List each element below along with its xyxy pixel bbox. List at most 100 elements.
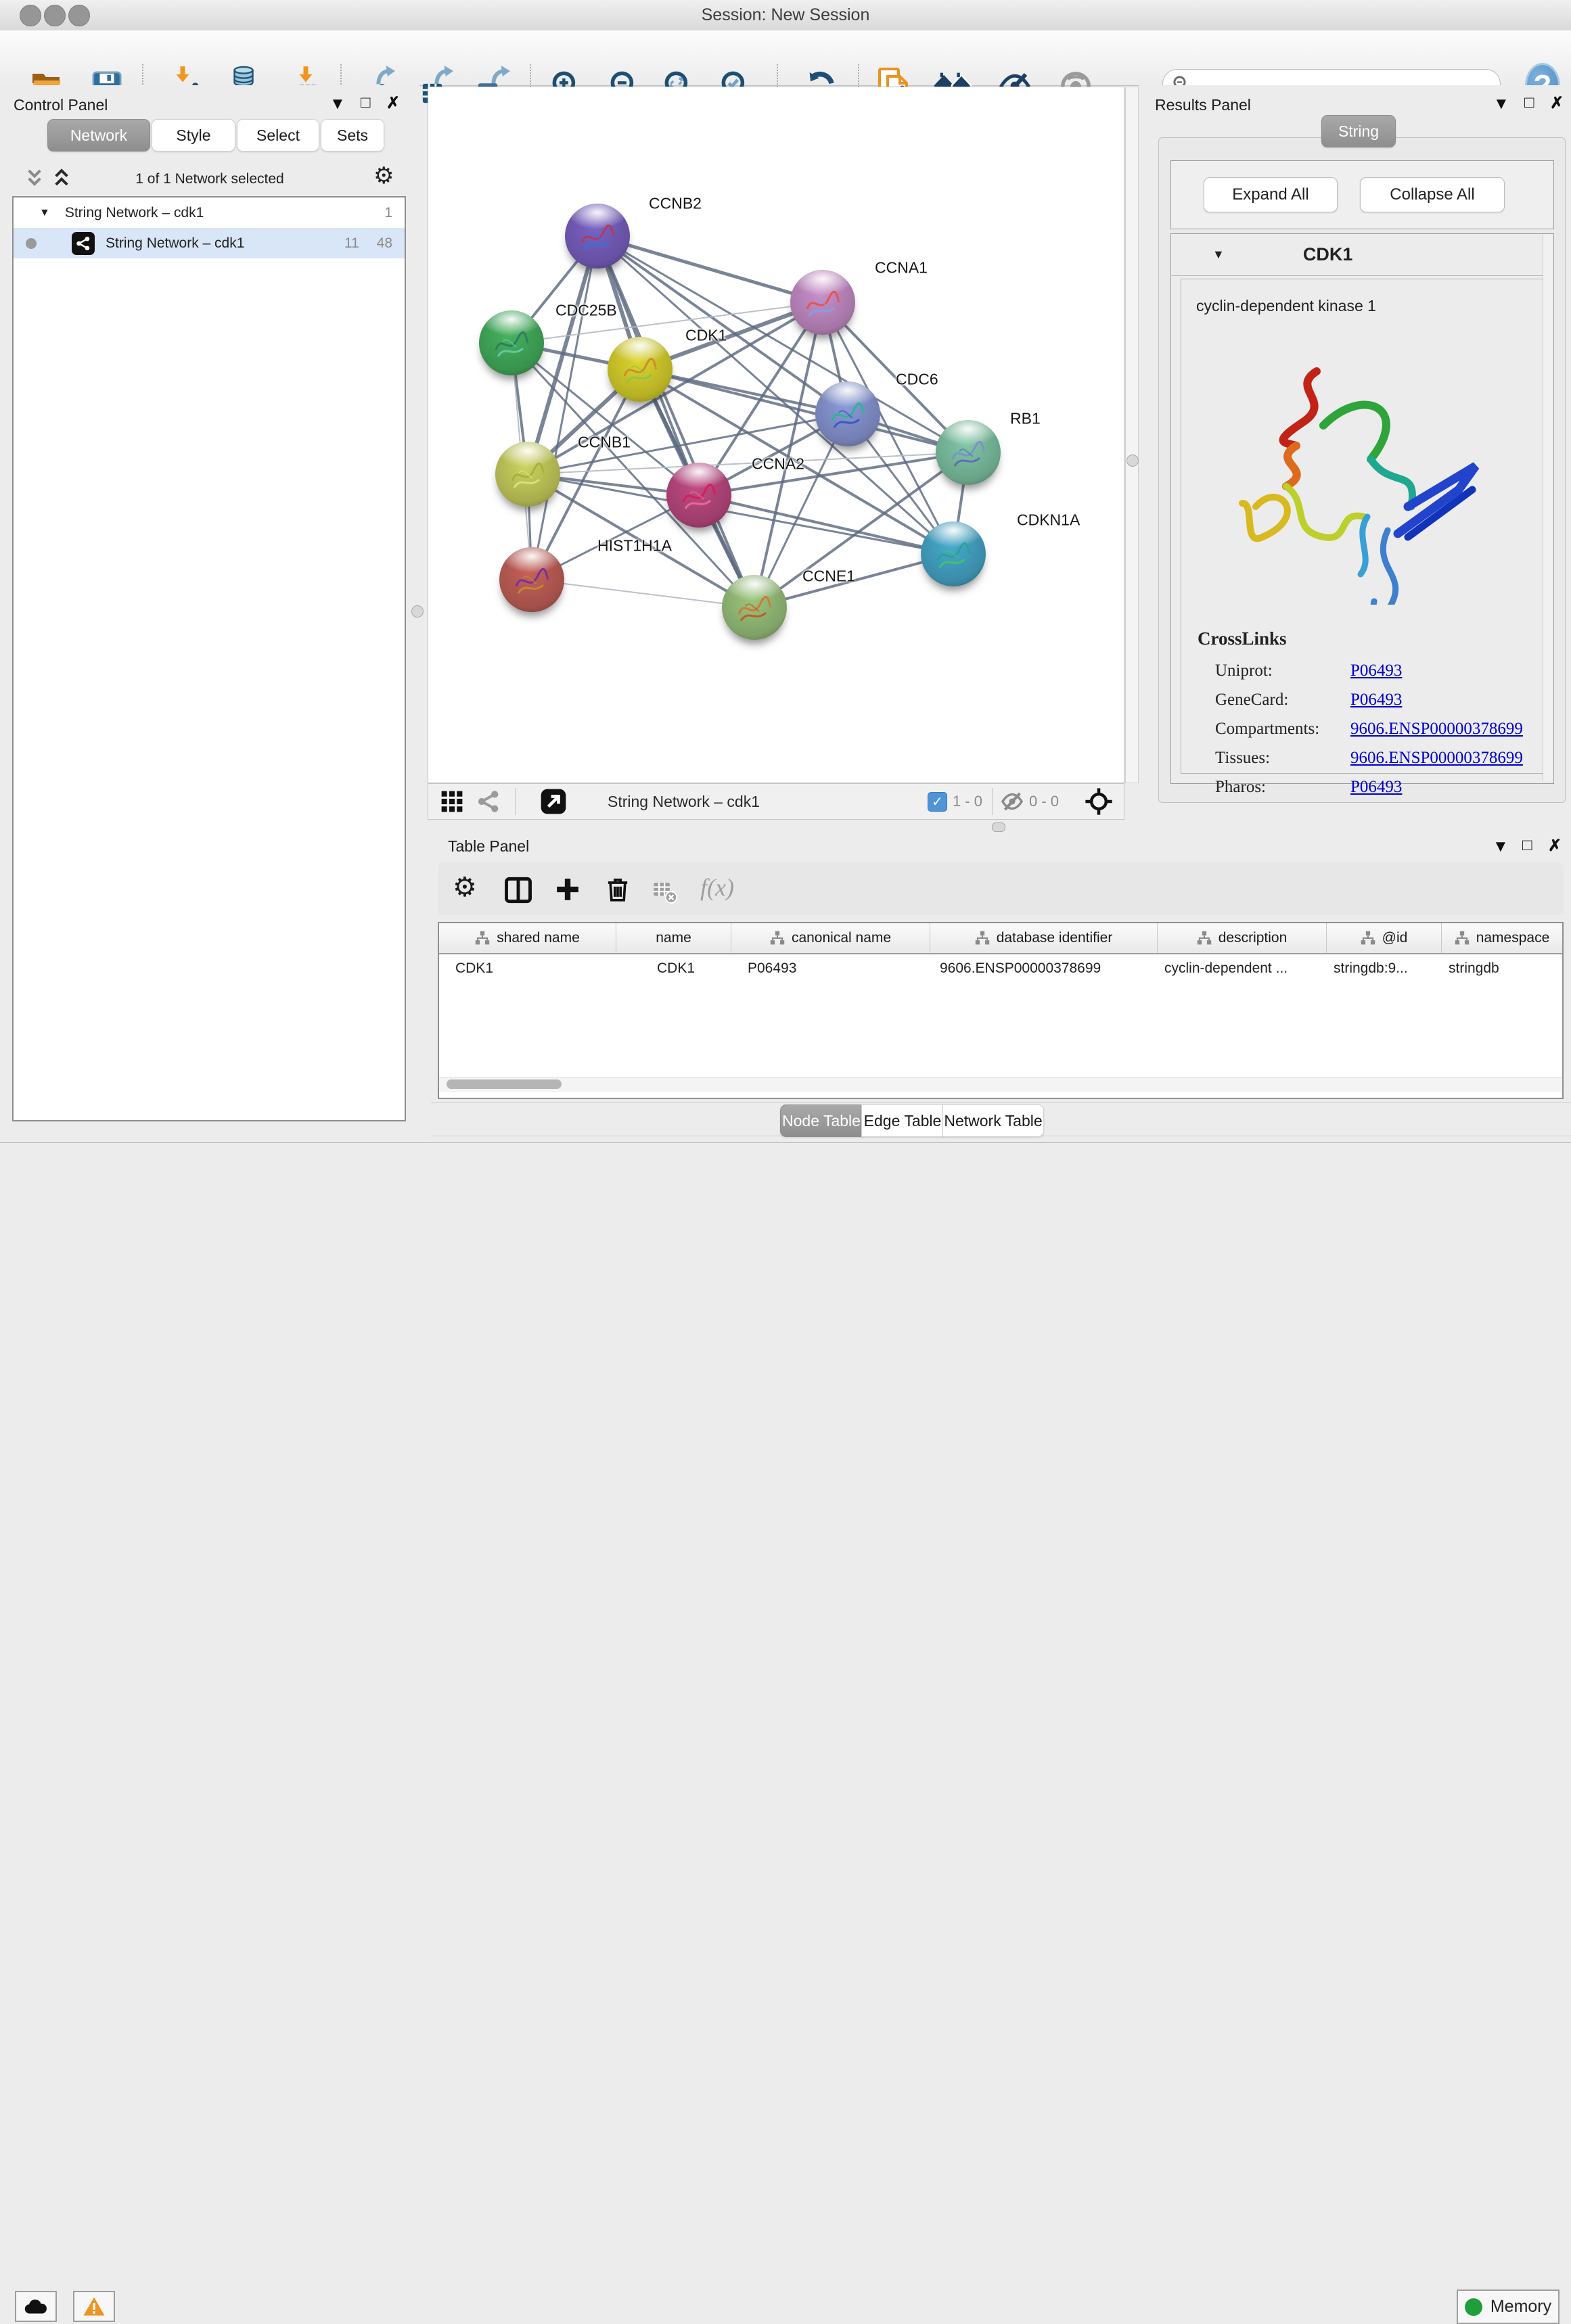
status-bar: Memory xyxy=(0,1142,1571,1187)
table-header-row: shared name name canonical name database… xyxy=(439,923,1562,954)
column-header[interactable]: name xyxy=(616,923,731,953)
tab-edge-table[interactable]: Edge Table xyxy=(861,1105,944,1137)
node-label-CDC6: CDC6 xyxy=(896,371,938,389)
show-columns-icon[interactable] xyxy=(504,876,532,904)
network-view-title: String Network – cdk1 xyxy=(608,793,760,811)
network-node-HIST1H1A[interactable] xyxy=(499,547,564,612)
expand-all-button[interactable]: Expand All xyxy=(1204,177,1338,212)
function-builder-icon[interactable]: f(x) xyxy=(700,873,734,902)
hidden-eye-slash-icon[interactable] xyxy=(1001,790,1024,813)
network-node-CCNA1[interactable] xyxy=(790,270,855,335)
birdseye-crosshair-icon[interactable] xyxy=(1085,787,1113,816)
panel-float-icon[interactable]: □ xyxy=(361,95,371,111)
tab-string[interactable]: String xyxy=(1321,115,1396,147)
network-share-icon[interactable] xyxy=(477,790,500,813)
selected-count-badge: 1 - 0 xyxy=(953,793,982,810)
network-node-CCNB2[interactable] xyxy=(565,204,630,269)
collapse-all-button[interactable]: Collapse All xyxy=(1360,177,1505,212)
panel-menu-icon[interactable]: ▼ xyxy=(329,96,346,112)
warning-status-button[interactable] xyxy=(73,2291,115,2322)
tab-select[interactable]: Select xyxy=(237,119,319,152)
cell-name[interactable]: CDK1 xyxy=(616,954,731,983)
network-edge-CCNB1-CDKN1A[interactable] xyxy=(528,474,953,554)
network-node-CDC6[interactable] xyxy=(815,381,880,446)
cell-namespace[interactable]: stringdb xyxy=(1442,954,1562,983)
panel-float-icon[interactable]: □ xyxy=(1522,837,1532,854)
window-title: Session: New Session xyxy=(0,5,1571,25)
crosslink-genecard[interactable]: P06493 xyxy=(1350,691,1402,709)
gene-section-header[interactable]: ▼ CDK1 xyxy=(1170,233,1553,276)
network-node-CCNB1[interactable] xyxy=(495,442,560,507)
panel-close-icon[interactable]: ✗ xyxy=(386,95,400,112)
network-view-canvas[interactable]: CCNB2 CCNA1 CDC25B CDK1 CDC6 RB1 CCNB1 C… xyxy=(428,87,1124,783)
column-header[interactable]: database identifier xyxy=(930,923,1158,953)
add-column-icon[interactable] xyxy=(554,876,581,903)
panel-menu-icon[interactable]: ▼ xyxy=(1493,96,1509,112)
delete-table-icon[interactable] xyxy=(653,880,677,904)
crosslink-label: Compartments: xyxy=(1215,714,1350,743)
collection-label: String Network – cdk1 xyxy=(65,205,204,221)
cell-description[interactable]: cyclin-dependent ... xyxy=(1158,954,1327,983)
network-node-RB1[interactable] xyxy=(936,420,1001,485)
crosslink-tissues[interactable]: 9606.ENSP00000378699 xyxy=(1350,749,1523,767)
tab-network[interactable]: Network xyxy=(47,119,150,152)
results-panel-divider-handle[interactable] xyxy=(1126,455,1139,467)
network-collection-row[interactable]: ▼ String Network – cdk1 1 xyxy=(14,197,405,228)
control-panel: Control Panel ▼ □ ✗ Network Style Select… xyxy=(0,85,419,1142)
table-horizontal-scrollbar[interactable] xyxy=(439,1077,1562,1092)
memory-button[interactable]: Memory xyxy=(1457,2290,1559,2324)
open-in-new-window-icon[interactable] xyxy=(540,788,567,815)
tab-style[interactable]: Style xyxy=(152,119,235,152)
section-expander-icon[interactable]: ▼ xyxy=(1212,248,1225,262)
network-node-CDKN1A[interactable] xyxy=(921,521,986,586)
cloud-status-button[interactable] xyxy=(15,2291,57,2322)
network-edge-CCNB2-CCNA1[interactable] xyxy=(597,236,823,302)
table-row[interactable]: CDK1 CDK1 P06493 9606.ENSP00000378699 cy… xyxy=(439,954,1562,983)
column-header[interactable]: shared name xyxy=(439,923,616,953)
crosslink-uniprot[interactable]: P06493 xyxy=(1350,661,1402,680)
cell-database-identifier[interactable]: 9606.ENSP00000378699 xyxy=(930,954,1158,983)
title-bar: Session: New Session xyxy=(0,0,1571,31)
selected-checkbox-icon[interactable]: ✓ xyxy=(928,792,947,812)
panel-close-icon[interactable]: ✗ xyxy=(1548,838,1562,854)
column-header[interactable]: description xyxy=(1158,923,1327,953)
column-header[interactable]: @id xyxy=(1327,923,1442,953)
column-header[interactable]: namespace xyxy=(1442,923,1562,953)
tab-node-table[interactable]: Node Table xyxy=(780,1105,863,1137)
network-edge-CCNB2-HIST1H1A[interactable] xyxy=(532,236,597,580)
network-node-CDC25B[interactable] xyxy=(479,310,544,375)
grid-view-icon[interactable] xyxy=(440,790,463,813)
table-panel-divider-handle[interactable] xyxy=(992,822,1005,832)
cell-id[interactable]: stringdb:9... xyxy=(1327,954,1442,983)
tree-expander-icon[interactable]: ▼ xyxy=(39,207,50,219)
tab-network-table[interactable]: Network Table xyxy=(942,1105,1044,1137)
network-node-CCNA2[interactable] xyxy=(666,463,731,528)
network-row-selected[interactable]: String Network – cdk1 11 48 xyxy=(14,228,405,258)
results-scrollbar[interactable] xyxy=(1543,235,1553,781)
results-panel-divider[interactable] xyxy=(1125,87,1139,783)
network-edge-HIST1H1A-CCNE1[interactable] xyxy=(532,580,754,607)
cell-canonical-name[interactable]: P06493 xyxy=(731,954,930,983)
panel-menu-icon[interactable]: ▼ xyxy=(1493,839,1509,855)
table-scrollbar-thumb[interactable] xyxy=(447,1079,562,1089)
table-gear-icon[interactable]: ⚙ xyxy=(453,872,477,903)
crosslink-compartments[interactable]: 9606.ENSP00000378699 xyxy=(1350,720,1523,738)
crosslink-pharos[interactable]: P06493 xyxy=(1350,778,1402,796)
protein-structure-image xyxy=(1215,334,1506,605)
panel-close-icon[interactable]: ✗ xyxy=(1550,95,1564,112)
cell-shared-name[interactable]: CDK1 xyxy=(439,954,616,983)
network-node-CCNE1[interactable] xyxy=(722,575,787,640)
network-label: String Network – cdk1 xyxy=(106,235,244,252)
crosslink-row: Compartments:9606.ENSP00000378699 xyxy=(1215,714,1545,743)
panel-float-icon[interactable]: □ xyxy=(1524,95,1534,111)
node-label-CCNE1: CCNE1 xyxy=(802,567,855,586)
protein-ribbon-thumbnail xyxy=(512,563,551,603)
tab-sets[interactable]: Sets xyxy=(321,119,384,152)
delete-column-icon[interactable] xyxy=(604,875,631,904)
protein-ribbon-thumbnail xyxy=(934,538,973,577)
network-node-CDK1[interactable] xyxy=(608,337,673,402)
string-network-icon xyxy=(72,232,95,255)
column-header[interactable]: canonical name xyxy=(731,923,930,953)
network-options-gear-icon[interactable]: ⚙ xyxy=(373,162,394,189)
control-panel-divider-handle[interactable] xyxy=(411,605,424,618)
